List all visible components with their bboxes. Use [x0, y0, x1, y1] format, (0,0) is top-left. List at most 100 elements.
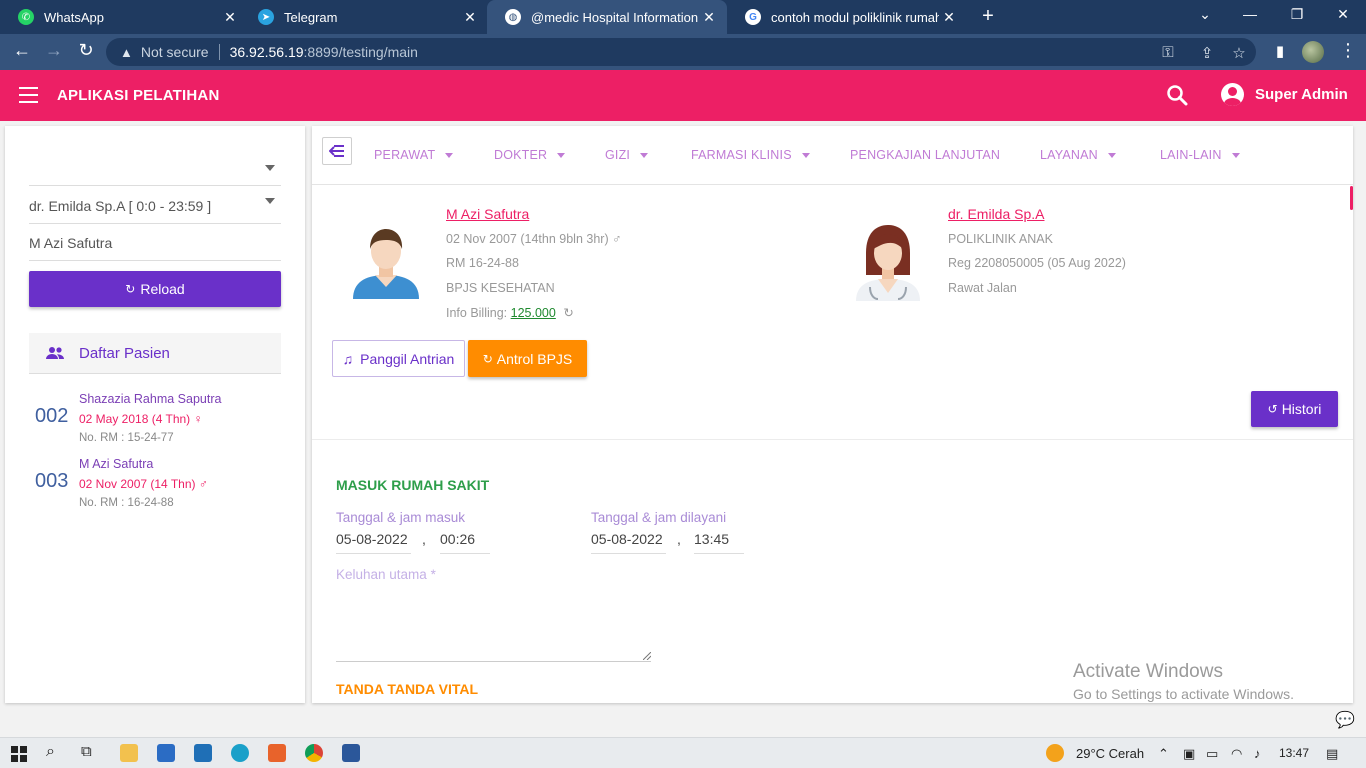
battery-icon[interactable]: ▭ [1206, 746, 1218, 762]
tab-google-search[interactable]: G contoh modul poliklinik rumah s ✕ [727, 0, 967, 34]
forward-button[interactable]: → [42, 40, 66, 61]
browser-toolbar: ← → ↻ ▲ Not secure 36.92.56.19 :8899/tes… [0, 34, 1366, 70]
reload-button[interactable]: ↻ Reload [29, 271, 281, 307]
tab-label: contoh modul poliklinik rumah s [771, 9, 939, 25]
histori-button[interactable]: ↺ Histori [1251, 391, 1338, 427]
back-button[interactable]: ← [10, 40, 34, 61]
patient-search-input[interactable]: M Azi Safutra [29, 226, 281, 261]
scrollbar[interactable] [1350, 186, 1353, 210]
close-icon[interactable]: ✕ [220, 9, 240, 26]
tab-whatsapp[interactable]: ✆ WhatsApp ✕ [0, 0, 248, 34]
nav-label: FARMASI KLINIS [691, 148, 792, 162]
close-icon[interactable]: ✕ [939, 9, 959, 26]
masuk-date-input[interactable]: 05-08-2022 [336, 531, 411, 554]
star-icon[interactable]: ☆ [1229, 44, 1249, 62]
patient-list-item[interactable]: 002 Shazazia Rahma Saputra 02 May 2018 (… [29, 392, 281, 456]
mail-icon[interactable] [194, 744, 212, 762]
doctor-name-link[interactable]: dr. Emilda Sp.A [948, 206, 1045, 222]
separator: , [677, 531, 681, 547]
new-tab-button[interactable]: + [976, 5, 1000, 28]
patient-list-title: Daftar Pasien [79, 344, 170, 362]
edge-icon[interactable] [231, 744, 249, 762]
histori-label: Histori [1281, 401, 1322, 417]
keluhan-textarea[interactable] [336, 594, 651, 662]
chrome-icon[interactable] [305, 744, 323, 762]
file-explorer-icon[interactable] [120, 744, 138, 762]
patient-dob: 02 Nov 2007 (14thn 9bln 3hr) ♂ [446, 232, 622, 246]
hamburger-menu-icon[interactable] [19, 87, 38, 103]
panggil-antrian-button[interactable]: ♫ Panggil Antrian [332, 340, 465, 377]
collapse-sidebar-button[interactable] [322, 137, 352, 165]
user-menu[interactable]: Super Admin [1221, 83, 1348, 106]
registration-number: Reg 2208050005 (05 Aug 2022) [948, 256, 1126, 270]
nav-perawat[interactable]: PERAWAT [374, 148, 454, 162]
doctor-clinic: POLIKLINIK ANAK [948, 232, 1053, 246]
tab-search-chevron-icon[interactable]: ⌄ [1195, 6, 1215, 23]
weather-text[interactable]: 29°C Cerah [1076, 746, 1144, 761]
doctor-select[interactable]: dr. Emilda Sp.A [ 0:0 - 23:59 ] [29, 188, 281, 224]
clinic-select[interactable] [29, 150, 281, 186]
separator: , [422, 531, 426, 547]
refresh-icon[interactable]: ↻ [563, 306, 573, 320]
dilayani-date-input[interactable]: 05-08-2022 [591, 531, 666, 554]
masuk-time-input[interactable]: 00:26 [440, 531, 490, 554]
reload-label: Reload [140, 281, 185, 297]
user-name: Super Admin [1255, 86, 1348, 103]
nav-dokter[interactable]: DOKTER [494, 148, 566, 162]
menu-dots-icon[interactable]: ⋮ [1336, 40, 1360, 61]
resize-handle-icon[interactable] [643, 652, 651, 660]
share-icon[interactable]: ⇪ [1197, 44, 1217, 62]
meet-icon[interactable]: ▣ [1183, 746, 1195, 762]
store-icon[interactable] [157, 744, 175, 762]
module-nav: PERAWAT DOKTER GIZI FARMASI KLINIS PENGK… [312, 126, 1353, 185]
reload-page-button[interactable]: ↻ [74, 40, 98, 61]
patient-name-link[interactable]: M Azi Safutra [446, 206, 529, 222]
close-icon[interactable]: ✕ [699, 9, 719, 26]
xampp-icon[interactable] [268, 744, 286, 762]
volume-icon[interactable]: ♪ [1254, 746, 1261, 761]
minimize-button[interactable]: — [1240, 6, 1260, 22]
patient-name: Shazazia Rahma Saputra [79, 392, 222, 406]
chat-bubble-icon[interactable]: 💬 [1335, 710, 1355, 730]
history-icon: ↺ [1267, 402, 1278, 416]
antrol-bpjs-button[interactable]: ↻ Antrol BPJS [468, 340, 587, 377]
tab-telegram[interactable]: ➤ Telegram ✕ [240, 0, 488, 34]
side-panel-icon[interactable]: ▮ [1268, 42, 1292, 60]
restore-button[interactable]: ❐ [1287, 6, 1307, 23]
main-panel: PERAWAT DOKTER GIZI FARMASI KLINIS PENGK… [312, 126, 1353, 703]
word-icon[interactable] [342, 744, 360, 762]
close-icon[interactable]: ✕ [460, 9, 480, 26]
nav-layanan[interactable]: LAYANAN [1040, 148, 1116, 162]
activate-windows-watermark: Activate Windows Go to Settings to activ… [1073, 661, 1294, 702]
patient-list-item[interactable]: 003 M Azi Safutra 02 Nov 2007 (14 Thn) ♂… [29, 457, 281, 521]
close-window-button[interactable]: ✕ [1333, 6, 1353, 23]
nav-pengkajian-lanjutan[interactable]: PENGKAJIAN LANJUTAN [850, 148, 1000, 162]
wifi-icon[interactable]: ◠ [1231, 746, 1242, 762]
search-icon[interactable]: ⌕ [46, 743, 55, 761]
task-view-icon[interactable]: ⧉ [81, 743, 92, 760]
clock-time[interactable]: 13:47 [1279, 746, 1309, 760]
dilayani-time-input[interactable]: 13:45 [694, 531, 744, 554]
search-icon[interactable] [1166, 84, 1188, 106]
caret-down-icon [640, 152, 649, 158]
address-bar[interactable]: ▲ Not secure 36.92.56.19 :8899/testing/m… [106, 38, 1256, 66]
profile-avatar[interactable] [1302, 41, 1324, 63]
weather-icon[interactable] [1046, 744, 1064, 762]
app-header: APLIKASI PELATIHAN Super Admin [0, 70, 1366, 121]
billing-value[interactable]: 125.000 [511, 306, 556, 320]
chevron-up-icon[interactable]: ⌃ [1158, 746, 1169, 762]
windows-start-icon[interactable] [11, 746, 27, 762]
nav-gizi[interactable]: GIZI [605, 148, 649, 162]
account-icon [1221, 83, 1244, 106]
notification-icon[interactable]: ▤ [1326, 746, 1338, 762]
key-icon[interactable]: ⚿ [1158, 44, 1178, 61]
nav-label: PENGKAJIAN LANJUTAN [850, 148, 1001, 162]
tab-medic[interactable]: ◍ @medic Hospital Information Sys ✕ [487, 0, 727, 34]
nav-lain-lain[interactable]: LAIN-LAIN [1160, 148, 1240, 162]
billing-label: Info Billing: [446, 306, 508, 320]
refresh-icon: ↻ [482, 351, 493, 366]
people-icon [46, 347, 64, 359]
tab-label: WhatsApp [44, 9, 104, 25]
nav-farmasi-klinis[interactable]: FARMASI KLINIS [691, 148, 810, 162]
globe-icon: ◍ [505, 9, 521, 25]
